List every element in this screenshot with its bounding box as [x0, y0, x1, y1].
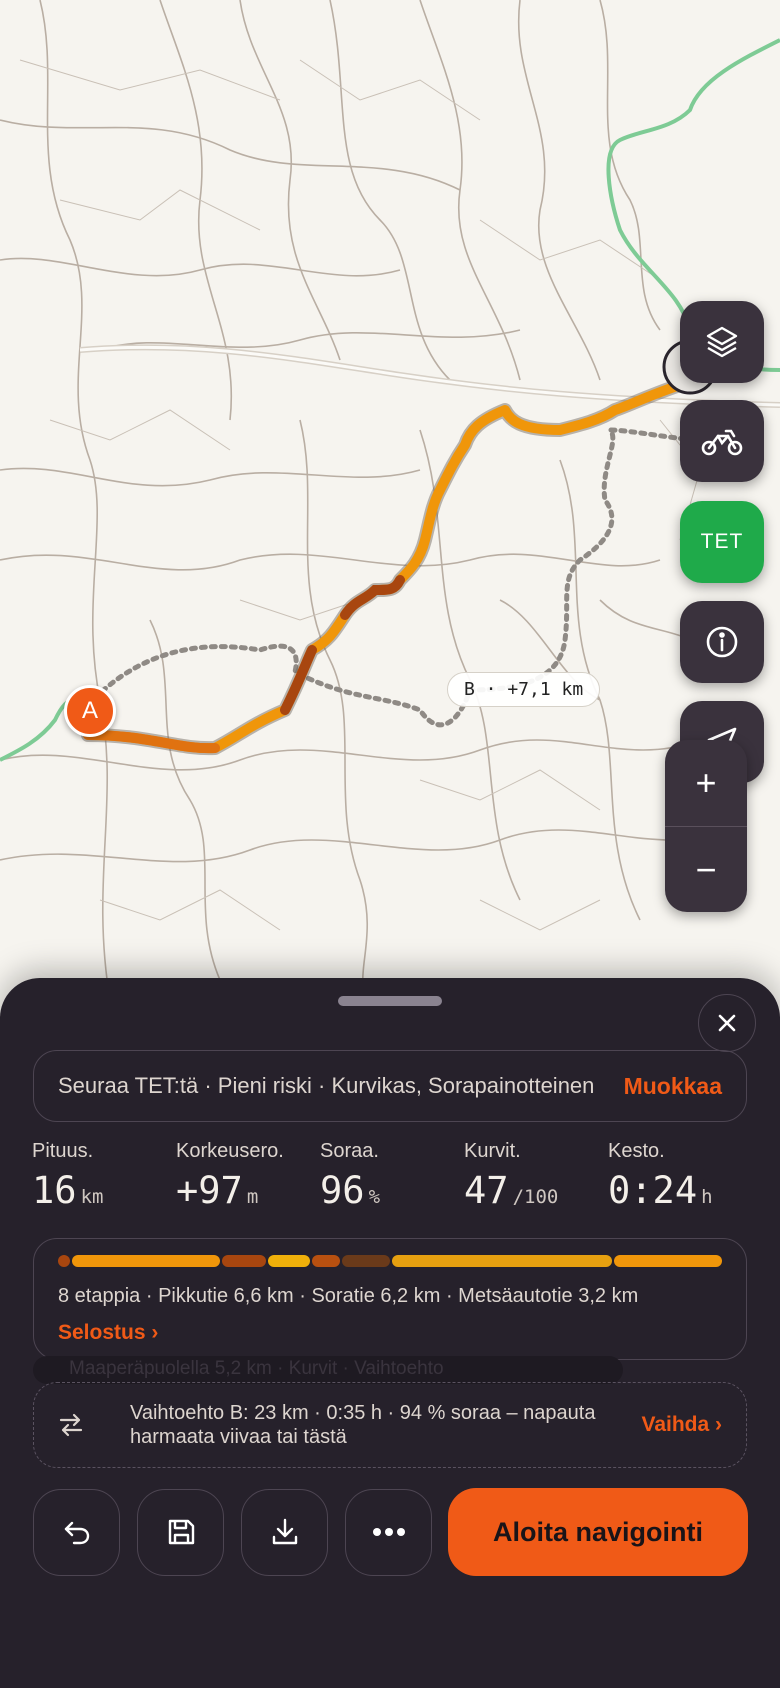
- stat-duration: Kesto. 0:24 h: [608, 1140, 752, 1212]
- vehicle-button[interactable]: [680, 400, 764, 482]
- stat-label: Pituus.: [32, 1140, 94, 1162]
- info-button[interactable]: [680, 601, 764, 683]
- route-segments-card[interactable]: 8 etappia · Pikkutie 6,6 km · Soratie 6,…: [33, 1238, 747, 1360]
- alternative-route-label[interactable]: B · +7,1 km: [447, 672, 601, 707]
- zoom-in-button[interactable]: +: [665, 740, 747, 826]
- scroll-shadow-text: Maaperäpuolella 5,2 km · Kurvit · Vaihto…: [33, 1356, 623, 1384]
- edit-preferences-button[interactable]: Muokkaa: [624, 1073, 722, 1100]
- route-preferences[interactable]: Seuraa TET:tä · Pieni riski · Kurvikas, …: [33, 1050, 747, 1122]
- stat-value: 47/100: [464, 1169, 559, 1212]
- more-icon: [372, 1528, 405, 1536]
- alternative-route-card[interactable]: Vaihtoehto B: 23 km · 0:35 h · 94 % sora…: [33, 1382, 747, 1468]
- stat-label: Korkeusero.: [176, 1140, 284, 1162]
- hidden-text: Maaperäpuolella 5,2 km · Kurvit · Vaihto…: [69, 1358, 444, 1379]
- stat-value: 96%: [320, 1169, 381, 1212]
- action-bar: Aloita navigointi: [33, 1488, 748, 1576]
- stat-value: +97 m: [176, 1169, 259, 1212]
- stat-length: Pituus. 16 km: [32, 1140, 176, 1212]
- stat-elevation: Korkeusero. +97 m: [176, 1140, 320, 1212]
- stat-curves: Kurvit. 47/100: [464, 1140, 608, 1212]
- stat-label: Soraa.: [320, 1140, 379, 1162]
- undo-button[interactable]: [33, 1488, 120, 1576]
- switch-route-button[interactable]: Vaihda ›: [641, 1413, 722, 1437]
- report-link[interactable]: Selostus ›: [58, 1321, 158, 1345]
- swap-icon: [58, 1412, 98, 1438]
- undo-icon: [64, 1521, 89, 1545]
- layers-button[interactable]: [680, 301, 764, 383]
- start-marker-label: A: [81, 697, 98, 724]
- save-button[interactable]: [137, 1488, 224, 1576]
- close-button[interactable]: [698, 994, 756, 1052]
- alternative-route-text: Vaihtoehto B: 23 km · 0:35 h · 94 % sora…: [130, 1402, 596, 1448]
- map-view[interactable]: 1: [0, 0, 780, 1000]
- segments-summary: 8 etappia · Pikkutie 6,6 km · Soratie 6,…: [58, 1285, 639, 1307]
- info-icon: [706, 626, 738, 658]
- zoom-control: + −: [665, 740, 747, 912]
- route-stats: Pituus. 16 km Korkeusero. +97 m Soraa. 96%…: [32, 1140, 752, 1212]
- save-icon: [168, 1519, 194, 1545]
- download-icon: [272, 1518, 297, 1545]
- stat-label: Kesto.: [608, 1140, 665, 1162]
- zoom-out-button[interactable]: −: [665, 827, 747, 912]
- close-icon: [718, 1014, 736, 1032]
- layers-icon: [706, 326, 738, 358]
- stat-value: 16 km: [32, 1169, 104, 1212]
- route-bottom-sheet: Seuraa TET:tä · Pieni riski · Kurvikas, …: [0, 978, 780, 1688]
- route-preferences-text: Seuraa TET:tä · Pieni riski · Kurvikas, …: [58, 1073, 595, 1098]
- start-marker-a[interactable]: A: [64, 685, 116, 737]
- segment-bar: [58, 1255, 722, 1267]
- download-button[interactable]: [241, 1488, 328, 1576]
- more-button[interactable]: [345, 1488, 432, 1576]
- stat-value: 0:24 h: [608, 1169, 713, 1212]
- stat-gravel: Soraa. 96%: [320, 1140, 464, 1212]
- tet-toggle-button[interactable]: TET: [680, 501, 764, 583]
- sheet-drag-handle[interactable]: [338, 996, 442, 1006]
- tet-label: TET: [700, 530, 744, 553]
- start-navigation-button[interactable]: Aloita navigointi: [448, 1488, 748, 1576]
- stat-label: Kurvit.: [464, 1140, 521, 1162]
- motorbike-icon: [701, 429, 743, 456]
